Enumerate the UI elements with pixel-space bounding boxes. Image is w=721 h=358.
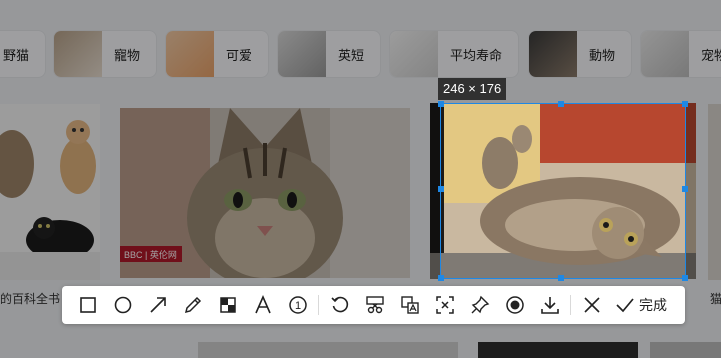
- text-tool-button[interactable]: [245, 290, 280, 320]
- done-label: 完成: [639, 297, 667, 313]
- selection-size-label: 246 × 176: [438, 78, 507, 100]
- mosaic-icon: [219, 297, 236, 313]
- checkmark-icon: [616, 298, 634, 313]
- close-icon: [583, 297, 600, 313]
- ocr-tool-button[interactable]: [427, 290, 462, 320]
- numbered-circle-icon: 1: [288, 296, 307, 314]
- scissors-icon: [365, 296, 384, 314]
- resize-handle-bottom-left[interactable]: [438, 275, 444, 281]
- text-icon: [254, 295, 271, 314]
- screenshot-toolbar: 1 完成: [62, 286, 685, 324]
- pin-icon: [471, 295, 489, 314]
- translate-icon: [400, 296, 419, 314]
- arrow-tool-button[interactable]: [140, 290, 175, 320]
- save-tool-button[interactable]: [532, 290, 567, 320]
- mosaic-tool-button[interactable]: [210, 290, 245, 320]
- rectangle-tool-button[interactable]: [70, 290, 105, 320]
- toolbar-divider: [570, 295, 571, 315]
- resize-handle-top-right[interactable]: [682, 101, 688, 107]
- ocr-scan-icon: [435, 296, 454, 314]
- ellipse-icon: [114, 296, 131, 314]
- resize-handle-top-left[interactable]: [438, 101, 444, 107]
- resize-handle-bottom-right[interactable]: [682, 275, 688, 281]
- selection-frame[interactable]: [438, 101, 688, 281]
- resize-handle-bottom[interactable]: [558, 275, 564, 281]
- cancel-button[interactable]: [574, 290, 609, 320]
- pin-tool-button[interactable]: [462, 290, 497, 320]
- toolbar-divider: [318, 295, 319, 315]
- pencil-icon: [184, 296, 201, 314]
- undo-icon: [330, 296, 348, 313]
- record-icon: [505, 296, 524, 314]
- done-button[interactable]: 完成: [609, 290, 673, 320]
- dim-overlay-right: [686, 103, 721, 279]
- dim-overlay-top: [0, 0, 721, 103]
- resize-handle-left[interactable]: [438, 186, 444, 192]
- rectangle-icon: [79, 297, 96, 313]
- marker-number: 1: [294, 300, 300, 312]
- translate-tool-button[interactable]: [392, 290, 427, 320]
- long-screenshot-tool-button[interactable]: [357, 290, 392, 320]
- download-icon: [540, 297, 559, 314]
- number-marker-tool-button[interactable]: 1: [280, 290, 315, 320]
- record-tool-button[interactable]: [497, 290, 532, 320]
- resize-handle-right[interactable]: [682, 186, 688, 192]
- pen-tool-button[interactable]: [175, 290, 210, 320]
- dim-overlay-left: [0, 103, 440, 279]
- undo-tool-button[interactable]: [322, 290, 357, 320]
- resize-handle-top[interactable]: [558, 101, 564, 107]
- ellipse-tool-button[interactable]: [105, 290, 140, 320]
- arrow-icon: [149, 297, 166, 313]
